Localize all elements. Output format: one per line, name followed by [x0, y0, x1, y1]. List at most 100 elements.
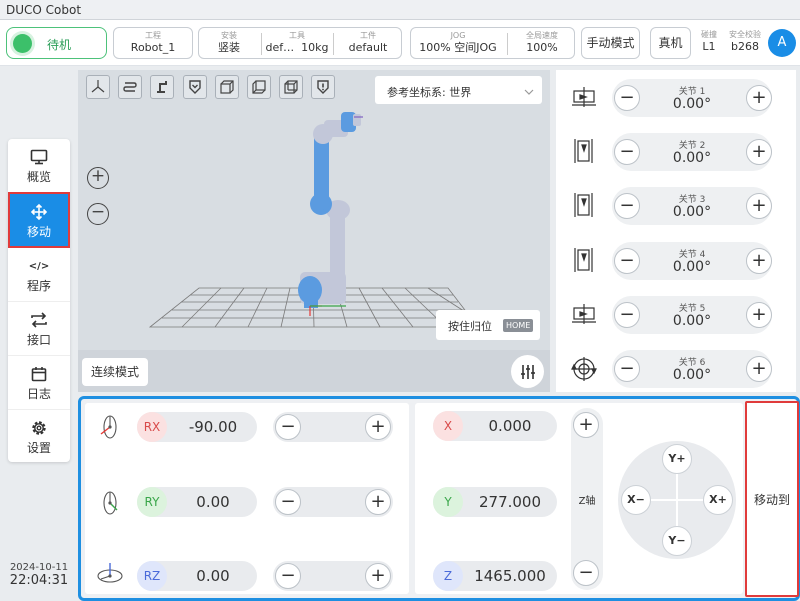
x-field[interactable]: X 0.000	[433, 411, 557, 441]
tool-label: 工具	[289, 31, 305, 40]
nav-item-program[interactable]: </> 程序	[8, 248, 70, 302]
continuous-mode-button[interactable]: 连续模式	[82, 358, 148, 386]
speed-value: 100%	[526, 41, 558, 54]
avatar[interactable]: A	[768, 29, 796, 57]
manual-mode-label: 手动模式	[586, 36, 635, 50]
project-box[interactable]: 工程 Robot_1	[113, 27, 193, 59]
nav-item-log[interactable]: 日志	[8, 356, 70, 410]
joint-3-plus-button[interactable]: +	[746, 193, 772, 219]
jog-mode: 空间JOG	[454, 41, 497, 54]
robot-3d-viewport[interactable]: 参考坐标系: 世界 + − 按住归位 HOME 连续模式	[78, 70, 550, 392]
joint-row: 关节 6 0.00° − +	[556, 346, 796, 396]
z-axis-label: Z轴	[578, 496, 596, 507]
status-text: 待机	[47, 38, 72, 52]
rz-rotate-icon	[95, 561, 125, 588]
rx-value: -90.00	[188, 418, 238, 436]
nav-item-settings[interactable]: 设置	[8, 410, 70, 464]
ry-plus-button[interactable]: +	[365, 489, 391, 515]
joint-2-icon	[572, 137, 596, 168]
gear-icon	[8, 417, 70, 439]
nav-label-move: 移动	[26, 225, 51, 239]
joint-row: 关节 1 0.00° − +	[556, 75, 796, 125]
joint-1-plus-button[interactable]: +	[746, 85, 772, 111]
project-value: Robot_1	[130, 41, 176, 54]
nav-label-interface: 接口	[26, 333, 51, 347]
manual-mode-button[interactable]: 手动模式	[581, 27, 640, 59]
status-indicator[interactable]: 待机	[6, 27, 107, 59]
code-icon: </>	[28, 260, 50, 272]
monitor-icon	[8, 146, 70, 168]
config-box[interactable]: 安装 竖装 工具 def… 10kg 工件 default	[198, 27, 402, 59]
y-axis-tag: Y	[433, 487, 463, 517]
real-machine-button[interactable]: 真机	[650, 27, 691, 59]
ry-minus-button[interactable]: −	[275, 489, 301, 515]
joint-1-minus-button[interactable]: −	[614, 85, 640, 111]
safety-info: 安全校验 b268	[725, 30, 765, 54]
rx-field[interactable]: RX -90.00	[137, 412, 257, 442]
rx-minus-button[interactable]: −	[275, 414, 301, 440]
x-value: 0.000	[488, 417, 532, 435]
ry-field[interactable]: RY 0.00	[137, 487, 257, 517]
swap-icon	[8, 309, 70, 331]
continuous-mode-label: 连续模式	[90, 365, 139, 379]
joint-1-icon	[570, 85, 598, 112]
z-plus-button[interactable]: +	[573, 412, 599, 438]
joint-5-plus-button[interactable]: +	[746, 302, 772, 328]
rz-plus-button[interactable]: +	[365, 563, 391, 589]
collision-value: L1	[702, 40, 716, 53]
rz-value: 0.00	[196, 567, 230, 585]
safety-value: b268	[731, 40, 759, 53]
nav-item-overview[interactable]: 概览	[8, 139, 70, 193]
y-minus-button[interactable]: Y−	[662, 526, 692, 556]
move-to-label: 移动到	[753, 492, 790, 507]
joint-6-minus-button[interactable]: −	[614, 356, 640, 382]
joint-row: 关节 5 0.00° − +	[556, 292, 796, 342]
project-label: 工程	[145, 31, 161, 40]
z-field[interactable]: Z 1465.000	[433, 561, 557, 591]
collision-label: 碰撞	[701, 30, 717, 39]
rotation-block: RX -90.00 − + RY 0.00 − + RZ 0.00 − +	[85, 403, 409, 594]
joint-row: 关节 4 0.00° − +	[556, 238, 796, 288]
real-machine-label: 真机	[658, 36, 683, 50]
workpiece-value: default	[348, 41, 388, 54]
y-field[interactable]: Y 277.000	[433, 487, 557, 517]
rx-axis-tag: RX	[137, 412, 167, 442]
jog-percent: 100%	[419, 41, 451, 54]
rz-axis-tag: RZ	[137, 561, 167, 591]
z-minus-button[interactable]: −	[573, 560, 599, 586]
joint-4-minus-button[interactable]: −	[614, 248, 640, 274]
x-plus-button[interactable]: X+	[703, 485, 733, 515]
xy-jog-pad: Y+ Y− X− X+	[618, 441, 736, 559]
calendar-icon	[8, 363, 70, 385]
sliders-icon[interactable]	[511, 355, 544, 388]
rx-plus-button[interactable]: +	[365, 414, 391, 440]
home-button[interactable]: 按住归位 HOME	[436, 310, 540, 340]
rx-rotate-icon	[97, 412, 123, 445]
rz-minus-button[interactable]: −	[275, 563, 301, 589]
safety-label: 安全校验	[729, 30, 761, 39]
nav-item-interface[interactable]: 接口	[8, 302, 70, 356]
nav-item-move[interactable]: 移动	[8, 192, 70, 248]
tool-value: def…	[265, 41, 295, 54]
joint-6-plus-button[interactable]: +	[746, 356, 772, 382]
ry-axis-tag: RY	[137, 487, 167, 517]
joint-5-minus-button[interactable]: −	[614, 302, 640, 328]
jog-box[interactable]: JOG 100% 空间JOG 全局速度 100%	[410, 27, 575, 59]
joint-4-icon	[572, 246, 596, 277]
move-to-button[interactable]: 移动到	[745, 401, 799, 597]
nav-label-program: 程序	[26, 279, 51, 293]
y-value: 277.000	[478, 493, 542, 511]
joint-row: 关节 3 0.00° − +	[556, 183, 796, 233]
y-plus-button[interactable]: Y+	[662, 444, 692, 474]
x-minus-button[interactable]: X−	[621, 485, 651, 515]
continuous-mode-bar: 连续模式	[78, 350, 550, 392]
joint-4-plus-button[interactable]: +	[746, 248, 772, 274]
joint-3-minus-button[interactable]: −	[614, 193, 640, 219]
position-block: X 0.000 Y 277.000 Z 1465.000 + Z轴 − Y+ Y…	[415, 403, 743, 594]
date-display: 2024-10-11	[9, 562, 69, 573]
joint-2-minus-button[interactable]: −	[614, 139, 640, 165]
rz-field[interactable]: RZ 0.00	[137, 561, 257, 591]
joint-2-plus-button[interactable]: +	[746, 139, 772, 165]
nav-label-log: 日志	[26, 387, 51, 401]
joint-6-icon	[570, 355, 598, 386]
